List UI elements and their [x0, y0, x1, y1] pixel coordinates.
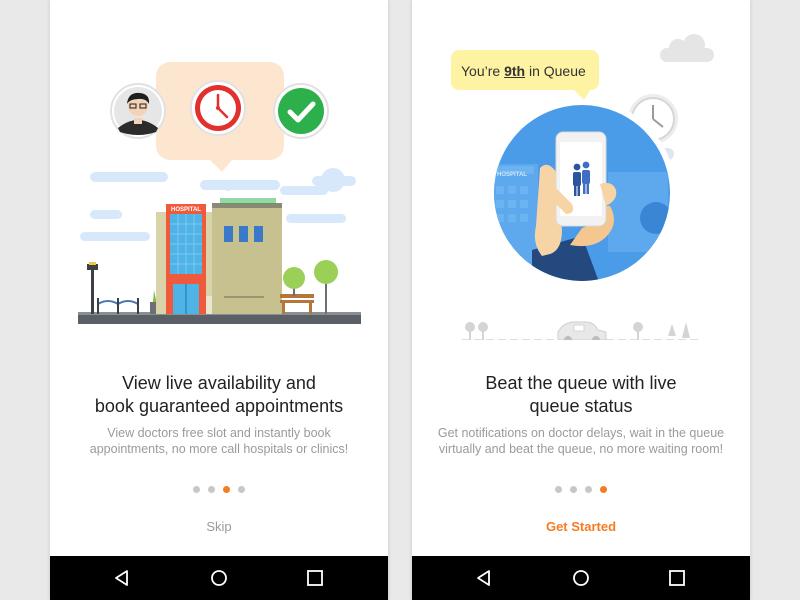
page-indicator	[412, 486, 750, 493]
page-dot-active	[600, 486, 607, 493]
ground	[78, 314, 361, 324]
check-icon	[273, 83, 329, 139]
page-dot	[193, 486, 200, 493]
home-icon[interactable]	[209, 568, 229, 588]
queue-position: 9th	[504, 63, 526, 79]
clock-icon	[190, 80, 246, 136]
queue-bubble-text: You’re 9th in Queue	[461, 63, 586, 79]
hospital-sign: HOSPITAL	[171, 207, 201, 213]
back-icon[interactable]	[112, 568, 132, 588]
street-lamp	[87, 262, 98, 314]
skip-button[interactable]: Skip	[50, 518, 388, 536]
onboarding-title: Beat the queue with live queue status	[485, 373, 677, 416]
system-navbar	[412, 556, 750, 600]
system-navbar	[50, 556, 388, 600]
bench	[280, 294, 314, 314]
cloud-icon	[660, 34, 714, 62]
page-dot	[585, 486, 592, 493]
hospital-illustration: HOSPITAL	[78, 62, 361, 324]
recent-apps-icon[interactable]	[667, 568, 687, 588]
phone-icon	[555, 131, 607, 227]
onboarding-description: Get notifications on doctor delays, wait…	[437, 426, 725, 456]
onboarding-title: View live availability and book guarante…	[94, 373, 344, 416]
page-indicator	[50, 486, 388, 493]
page-dot	[208, 486, 215, 493]
doctor-avatar-icon	[110, 83, 166, 139]
onboarding-description: View doctors free slot and instantly boo…	[89, 426, 349, 456]
recent-apps-icon[interactable]	[305, 568, 325, 588]
get-started-button[interactable]: Get Started	[412, 518, 750, 536]
queue-illustration: HOSPITAL	[451, 34, 714, 340]
car-icon	[557, 321, 607, 340]
onboarding-screen-queue: HOSPITAL You’re 9th in Queue Beat the qu…	[412, 0, 750, 600]
page-dot	[238, 486, 245, 493]
hospital-sign: HOSPITAL	[497, 172, 527, 178]
hospital-building: HOSPITAL	[156, 198, 282, 314]
onboarding-screen-availability: HOSPITAL View live availability and book…	[50, 0, 388, 600]
page-dot	[570, 486, 577, 493]
home-icon[interactable]	[571, 568, 591, 588]
page-dot	[555, 486, 562, 493]
back-icon[interactable]	[474, 568, 494, 588]
rope-barrier	[97, 298, 139, 314]
page-dot-active	[223, 486, 230, 493]
